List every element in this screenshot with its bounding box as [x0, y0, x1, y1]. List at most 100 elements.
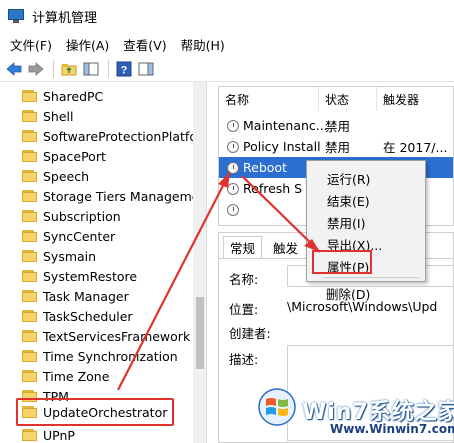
folder-icon — [22, 330, 37, 342]
tree-item-label: Shell — [43, 108, 74, 124]
help-icon[interactable]: ? — [114, 59, 134, 79]
folder-icon — [22, 170, 37, 182]
toolbar: ? — [0, 56, 454, 82]
folder-icon — [22, 290, 37, 302]
folder-icon — [22, 230, 37, 242]
menu-bar: 文件(F) 操作(A) 查看(V) 帮助(H) — [0, 32, 454, 56]
tree-item[interactable]: Storage Tiers Manageme — [22, 186, 199, 206]
task-status: 禁用 — [325, 119, 351, 134]
menu-item-end[interactable]: 结束(E) — [327, 191, 370, 210]
tree-item[interactable]: TaskScheduler — [22, 306, 133, 326]
tree-item-label: SoftwareProtectionPlatfor — [43, 128, 203, 144]
action-pane-icon[interactable] — [136, 59, 156, 79]
show-hide-tree-icon[interactable] — [81, 59, 101, 79]
tree-item[interactable]: UPnP — [22, 425, 75, 443]
tree-item-label: Time Synchronization — [43, 348, 178, 364]
tree-item-label: SharedPC — [43, 88, 104, 104]
tree-item-label: Sysmain — [43, 248, 97, 264]
watermark: Win7系统之家 Www.Winwin7.com — [254, 384, 454, 443]
tree-item-label: SystemRestore — [43, 268, 138, 284]
folder-icon — [22, 110, 37, 122]
tree-item[interactable]: Speech — [22, 166, 89, 186]
window-title: 计算机管理 — [32, 10, 98, 26]
svg-text:?: ? — [121, 64, 128, 76]
tree-item-label: SyncCenter — [43, 228, 116, 244]
up-folder-icon[interactable] — [59, 59, 79, 79]
tree-item-label: UPnP — [43, 427, 75, 443]
name-label: 名称: — [229, 272, 259, 287]
clock-icon — [227, 203, 239, 216]
task-trigger: 在 2017/... — [383, 140, 448, 155]
folder-icon — [22, 350, 37, 362]
tree-item[interactable]: SyncCenter — [22, 226, 115, 246]
tree-item-label: SpacePort — [43, 148, 106, 164]
toolbar-separator — [53, 59, 54, 78]
folder-icon — [22, 90, 37, 102]
computer-management-icon — [8, 9, 24, 23]
clock-icon — [227, 119, 239, 132]
table-row[interactable]: Policy Install 禁用 在 2017/... — [219, 136, 453, 157]
back-arrow-icon[interactable] — [4, 59, 24, 79]
clock-icon — [227, 182, 239, 195]
menu-file[interactable]: 文件(F) — [4, 35, 58, 54]
tree-item-label: Task Manager — [43, 288, 129, 304]
tree-item[interactable]: SystemRestore — [22, 266, 137, 286]
menu-item-disable[interactable]: 禁用(I) — [327, 213, 365, 232]
folder-icon — [22, 250, 37, 262]
tab-general[interactable]: 常规 — [223, 236, 263, 258]
folder-icon — [22, 190, 37, 202]
tree-item[interactable]: SharedPC — [22, 86, 103, 106]
task-scheduler-tree: SharedPC Shell SoftwareProtectionPlatfor… — [0, 82, 207, 443]
annotation-box-update-orchestrator — [16, 398, 174, 426]
description-label: 描述: — [229, 352, 259, 367]
task-status: 禁用 — [325, 140, 351, 155]
folder-icon — [22, 150, 37, 162]
tree-item[interactable]: Task Manager — [22, 286, 129, 306]
folder-icon — [22, 130, 37, 142]
clock-icon — [227, 161, 239, 174]
tree-item[interactable]: SoftwareProtectionPlatfor — [22, 126, 202, 146]
tree-item-label: TaskScheduler — [43, 308, 133, 324]
windows-logo-icon — [258, 388, 296, 426]
location-label: 位置: — [229, 302, 259, 317]
tree-item[interactable]: SpacePort — [22, 146, 106, 166]
tree-item-label: Storage Tiers Manageme — [43, 188, 200, 204]
tree-scrollbar[interactable] — [193, 82, 206, 443]
menu-view[interactable]: 查看(V) — [117, 35, 172, 54]
menu-item-run[interactable]: 运行(R) — [327, 169, 370, 188]
task-name: Maintenanc... — [243, 118, 328, 133]
menu-action[interactable]: 操作(A) — [60, 35, 115, 54]
tree-item[interactable]: Time Zone — [22, 366, 109, 386]
table-row[interactable]: Maintenanc... 禁用 — [219, 115, 453, 136]
column-header-name[interactable]: 名称 — [219, 87, 319, 111]
tree-item-label: TextServicesFramework — [43, 328, 191, 344]
tree-item[interactable]: Time Synchronization — [22, 346, 178, 366]
tree-item[interactable]: Shell — [22, 106, 74, 126]
menu-separator — [323, 277, 419, 278]
tree-item-label: Speech — [43, 168, 90, 184]
folder-icon — [22, 270, 37, 282]
author-label: 创建者: — [229, 326, 271, 341]
tab-triggers[interactable]: 触发 — [267, 236, 304, 258]
tree-item[interactable]: Sysmain — [22, 246, 96, 266]
watermark-url: Www.Winwin7.com — [330, 422, 454, 436]
folder-icon — [22, 429, 37, 441]
folder-icon — [22, 370, 37, 382]
scrollbar-thumb[interactable] — [196, 297, 204, 369]
annotation-box-properties — [312, 250, 372, 274]
tree-item[interactable]: TextServicesFramework — [22, 326, 190, 346]
title-bar: 计算机管理 — [0, 0, 454, 32]
tree-item-label: Time Zone — [43, 368, 110, 384]
column-header-status[interactable]: 状态 — [319, 87, 377, 111]
task-name: Policy Install — [243, 139, 321, 154]
toolbar-separator — [108, 59, 109, 78]
tree-item[interactable]: Subscription — [22, 206, 121, 226]
column-header-trigger[interactable]: 触发器 — [377, 87, 453, 111]
folder-icon — [22, 210, 37, 222]
clock-icon — [227, 140, 239, 153]
folder-icon — [22, 310, 37, 322]
menu-item-delete[interactable]: 删除(D) — [326, 284, 370, 303]
tree-item-label: Subscription — [43, 208, 121, 224]
menu-help[interactable]: 帮助(H) — [175, 35, 231, 54]
forward-arrow-icon[interactable] — [26, 59, 46, 79]
